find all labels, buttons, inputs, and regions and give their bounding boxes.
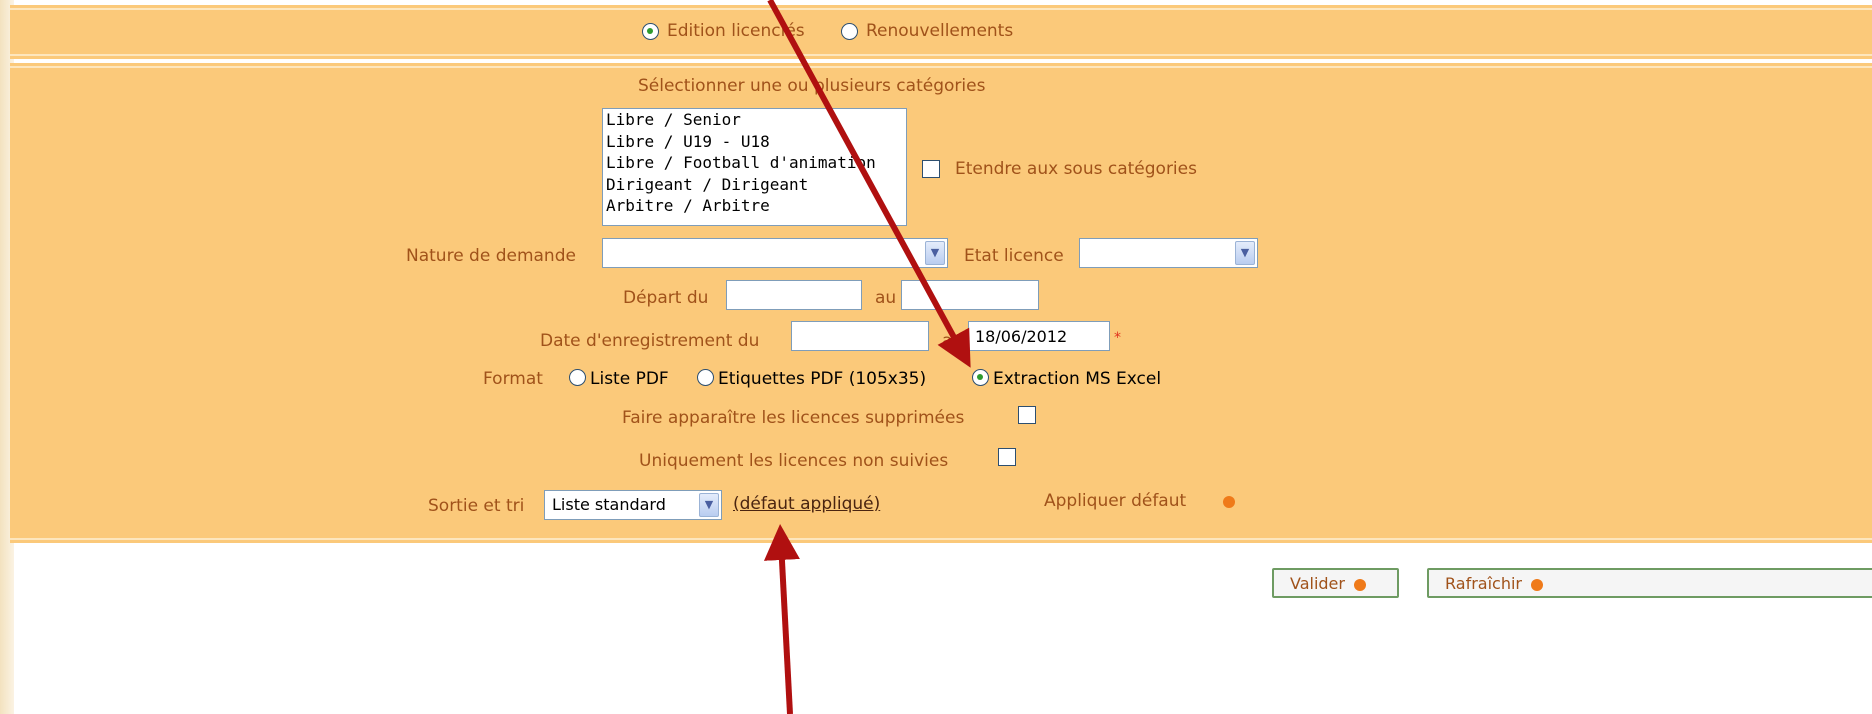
annotation-arrow-default	[763, 524, 800, 714]
annotation-arrows	[763, 0, 971, 714]
annotation-arrow-excel	[767, 0, 971, 368]
